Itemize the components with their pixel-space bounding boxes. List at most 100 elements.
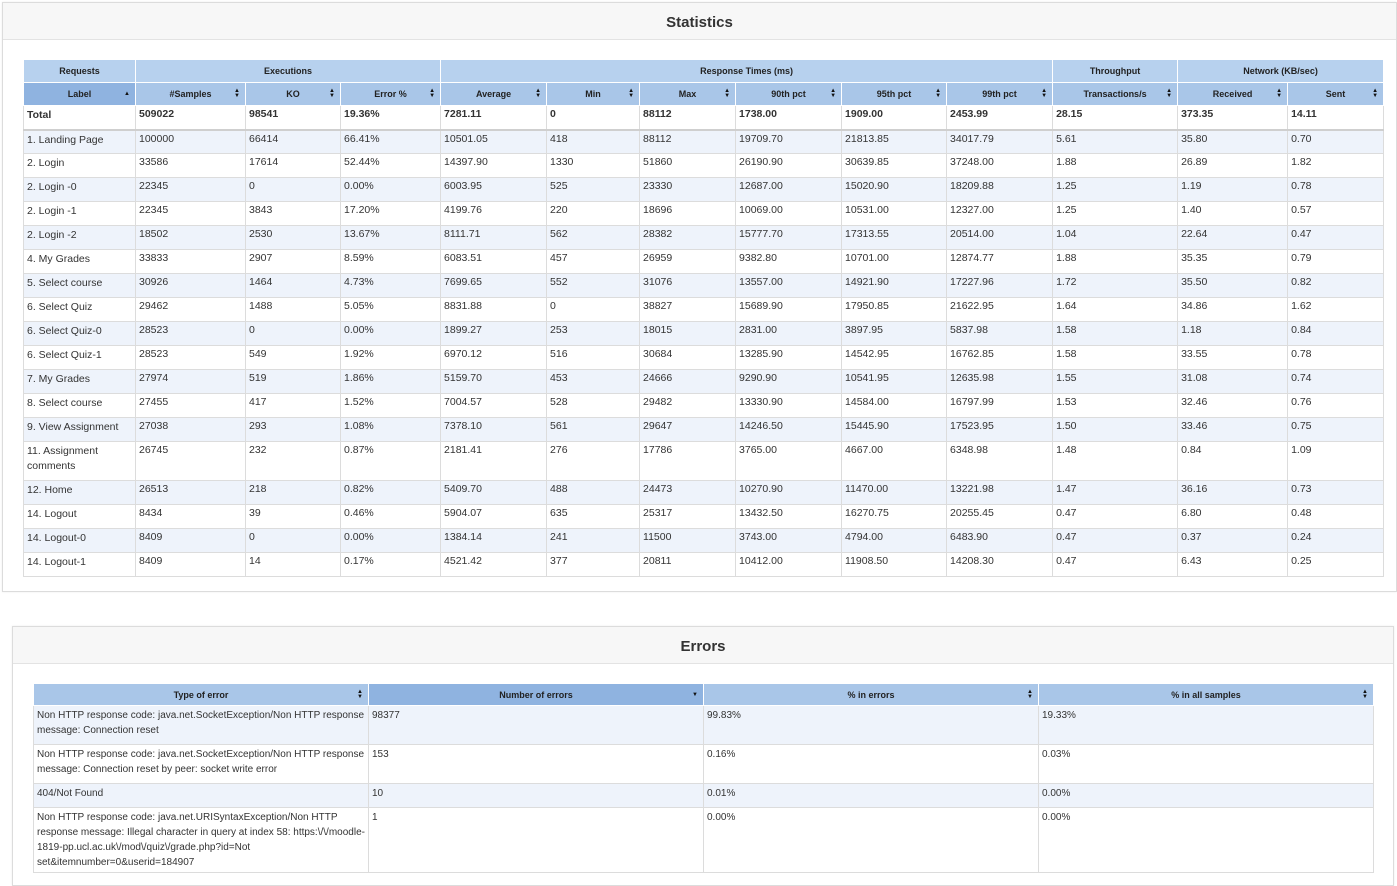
cell-samples: 22345 [135,177,246,202]
cell-transactions-s: 1.58 [1052,321,1179,346]
cell-samples: 28523 [135,321,246,346]
cell-error: 0.87% [339,441,442,481]
column-header-label: KO [286,89,300,99]
cell-90th-pct: 13557.00 [735,273,843,298]
cell-ko: 218 [245,480,341,505]
cell-transactions-s: 1.48 [1052,441,1179,481]
cell-average: 5409.70 [440,480,548,505]
cell-min: 253 [546,321,641,346]
cell-in-errors: 99.83% [703,705,1039,745]
column-header-label: % in all samples [1171,689,1241,700]
table-row: 11. Assignment comments 26745 232 0.87% 2181… [23,441,1385,481]
cell-transactions-s: 1.64 [1052,297,1179,322]
column-header-average[interactable]: Average ▲ ▼ [440,82,548,106]
cell-95th-pct: 10531.00 [841,201,948,226]
column-header-95th-pct[interactable]: 95th pct ▲ ▼ [841,82,948,106]
cell-transactions-s: 1.47 [1052,480,1179,505]
cell-error: 5.05% [339,297,442,322]
column-header-in-all-samples[interactable]: % in all samples ▲ ▼ [1038,683,1374,706]
column-header-error[interactable]: Error % ▲ ▼ [339,82,442,106]
column-header-sent[interactable]: Sent ▲ ▼ [1287,82,1385,106]
row-label: 6. Select Quiz-0 [23,321,136,346]
column-header-label: Min [585,89,601,99]
column-header-max[interactable]: Max ▲ ▼ [639,82,737,106]
sort-both-icon: ▲ ▼ [628,88,635,99]
statistics-panel: Statistics Requests Executions Response … [2,2,1397,592]
cell-sent: 0.84 [1287,321,1385,346]
cell-90th-pct: 10412.00 [735,552,843,577]
group-header-network: Network (KB/sec) [1177,59,1385,83]
row-label: 7. My Grades [23,369,136,394]
group-header-throughput: Throughput [1052,59,1179,83]
cell-ko: 66414 [245,129,341,154]
cell-received: 33.55 [1177,345,1289,370]
cell-min: 453 [546,369,641,394]
cell-samples: 33586 [135,153,246,178]
cell-90th-pct: 12687.00 [735,177,843,202]
column-header-number-of-errors[interactable]: Number of errors ▼ [368,683,704,706]
sort-both-icon: ▲ ▼ [429,88,436,99]
cell-sent: 0.79 [1287,249,1385,274]
column-header-samples[interactable]: #Samples ▲ ▼ [135,82,246,106]
cell-error: 8.59% [339,249,442,274]
column-header-label: Max [678,89,697,99]
cell-max: 29482 [639,393,737,418]
sort-both-icon: ▲ ▼ [329,88,335,99]
cell-90th-pct: 26190.90 [735,153,843,178]
cell-sent: 0.74 [1287,369,1385,394]
cell-99th-pct: 34017.79 [946,129,1054,154]
cell-average: 8831.88 [440,297,548,322]
cell-samples: 29462 [135,297,246,322]
cell-samples: 27974 [135,369,246,394]
cell-max: 26959 [639,249,737,274]
column-header-label[interactable]: Label ▲ [23,82,136,106]
column-header-99th-pct[interactable]: 99th pct ▲ ▼ [946,82,1054,106]
cell-error: 66.41% [339,129,442,154]
cell-received: 0.37 [1177,528,1289,553]
column-header-in-errors[interactable]: % in errors ▲ ▼ [703,683,1039,706]
table-row: 2. Login -1 22345 3843 17.20% 4199.76 220 1869… [23,201,1385,226]
cell-received: 31.08 [1177,369,1289,394]
cell-received: 6.43 [1177,552,1289,577]
column-header-label: % in errors [847,689,895,700]
row-label: 11. Assignment comments [23,441,136,481]
column-header-received[interactable]: Received ▲ ▼ [1177,82,1289,106]
errors-title: Errors [13,627,1393,664]
cell-90th-pct: 15777.70 [735,225,843,250]
errors-panel: Errors Type of error ▲ ▼ Number of errors ▼%… [12,626,1394,886]
cell-99th-pct: 20255.45 [946,504,1054,529]
cell-90th-pct: 1738.00 [735,105,843,131]
cell-90th-pct: 13432.50 [735,504,843,529]
cell-average: 1384.14 [440,528,548,553]
cell-max: 23330 [639,177,737,202]
cell-max: 29647 [639,417,737,442]
cell-ko: 17614 [245,153,341,178]
cell-in-errors: 0.16% [703,744,1039,784]
cell-transactions-s: 1.53 [1052,393,1179,418]
cell-sent: 1.62 [1287,297,1385,322]
table-row: 6. Select Quiz 29462 1488 5.05% 8831.88 0 3882… [23,297,1385,322]
column-header-ko[interactable]: KO ▲ ▼ [245,82,341,106]
cell-average: 4521.42 [440,552,548,577]
total-row: Total 509022 98541 19.36% 7281.11 0 88112 1738.… [23,105,1385,131]
cell-error: 0.17% [339,552,442,577]
cell-transactions-s: 28.15 [1052,105,1179,131]
cell-95th-pct: 11470.00 [841,480,948,505]
row-label: 14. Logout-0 [23,528,136,553]
cell-95th-pct: 16270.75 [841,504,948,529]
table-row: 9. View Assignment 27038 293 1.08% 7378.10 56… [23,417,1385,442]
cell-max: 11500 [639,528,737,553]
cell-received: 32.46 [1177,393,1289,418]
column-header-90th-pct[interactable]: 90th pct ▲ ▼ [735,82,843,106]
cell-average: 6970.12 [440,345,548,370]
table-row: 5. Select course 30926 1464 4.73% 7699.65 552… [23,273,1385,298]
cell-max: 38827 [639,297,737,322]
cell-99th-pct: 21622.95 [946,297,1054,322]
cell-max: 51860 [639,153,737,178]
cell-samples: 8434 [135,504,246,529]
column-header-transactions-s[interactable]: Transactions/s ▲ ▼ [1052,82,1179,106]
cell-95th-pct: 3897.95 [841,321,948,346]
column-header-min[interactable]: Min ▲ ▼ [546,82,641,106]
column-header-type-of-error[interactable]: Type of error ▲ ▼ [33,683,369,706]
cell-99th-pct: 12635.98 [946,369,1054,394]
